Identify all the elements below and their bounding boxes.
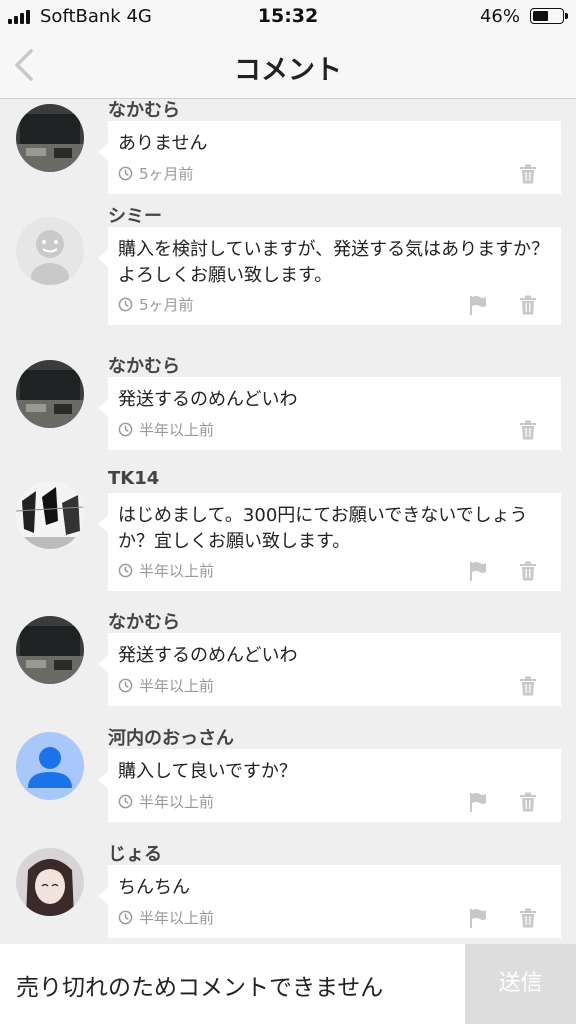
comment-item: じょるちんちん半年以上前 (0, 99, 576, 944)
comment-list[interactable]: なかむら ありません 5ヶ月前 シミー 購入を検討していますが、発送する気はありますか？… (0, 99, 576, 944)
battery-percentage: 46% (479, 6, 520, 27)
comment-bubble: ちんちん半年以上前 (98, 865, 561, 938)
comments-closed-message: 売り切れのためコメントできません (16, 975, 384, 1001)
comment-time: 半年以上前 (139, 909, 215, 927)
user-avatar[interactable] (16, 848, 84, 916)
navigation-bar: コメント (0, 34, 576, 99)
trash-icon[interactable] (519, 908, 537, 928)
comment-username[interactable]: じょる (108, 840, 162, 866)
comment-text: ちんちん (118, 877, 190, 898)
comment-meta: 半年以上前 (118, 907, 214, 928)
page-title: コメント (234, 55, 342, 86)
status-bar: SoftBank 4G 15:32 46% (0, 0, 576, 34)
comment-footer: 売り切れのためコメントできません 送信 (0, 944, 576, 1024)
clock-icon (118, 910, 133, 925)
send-button[interactable]: 送信 (465, 944, 576, 1024)
flag-icon[interactable] (469, 908, 487, 928)
battery-icon (530, 8, 568, 24)
